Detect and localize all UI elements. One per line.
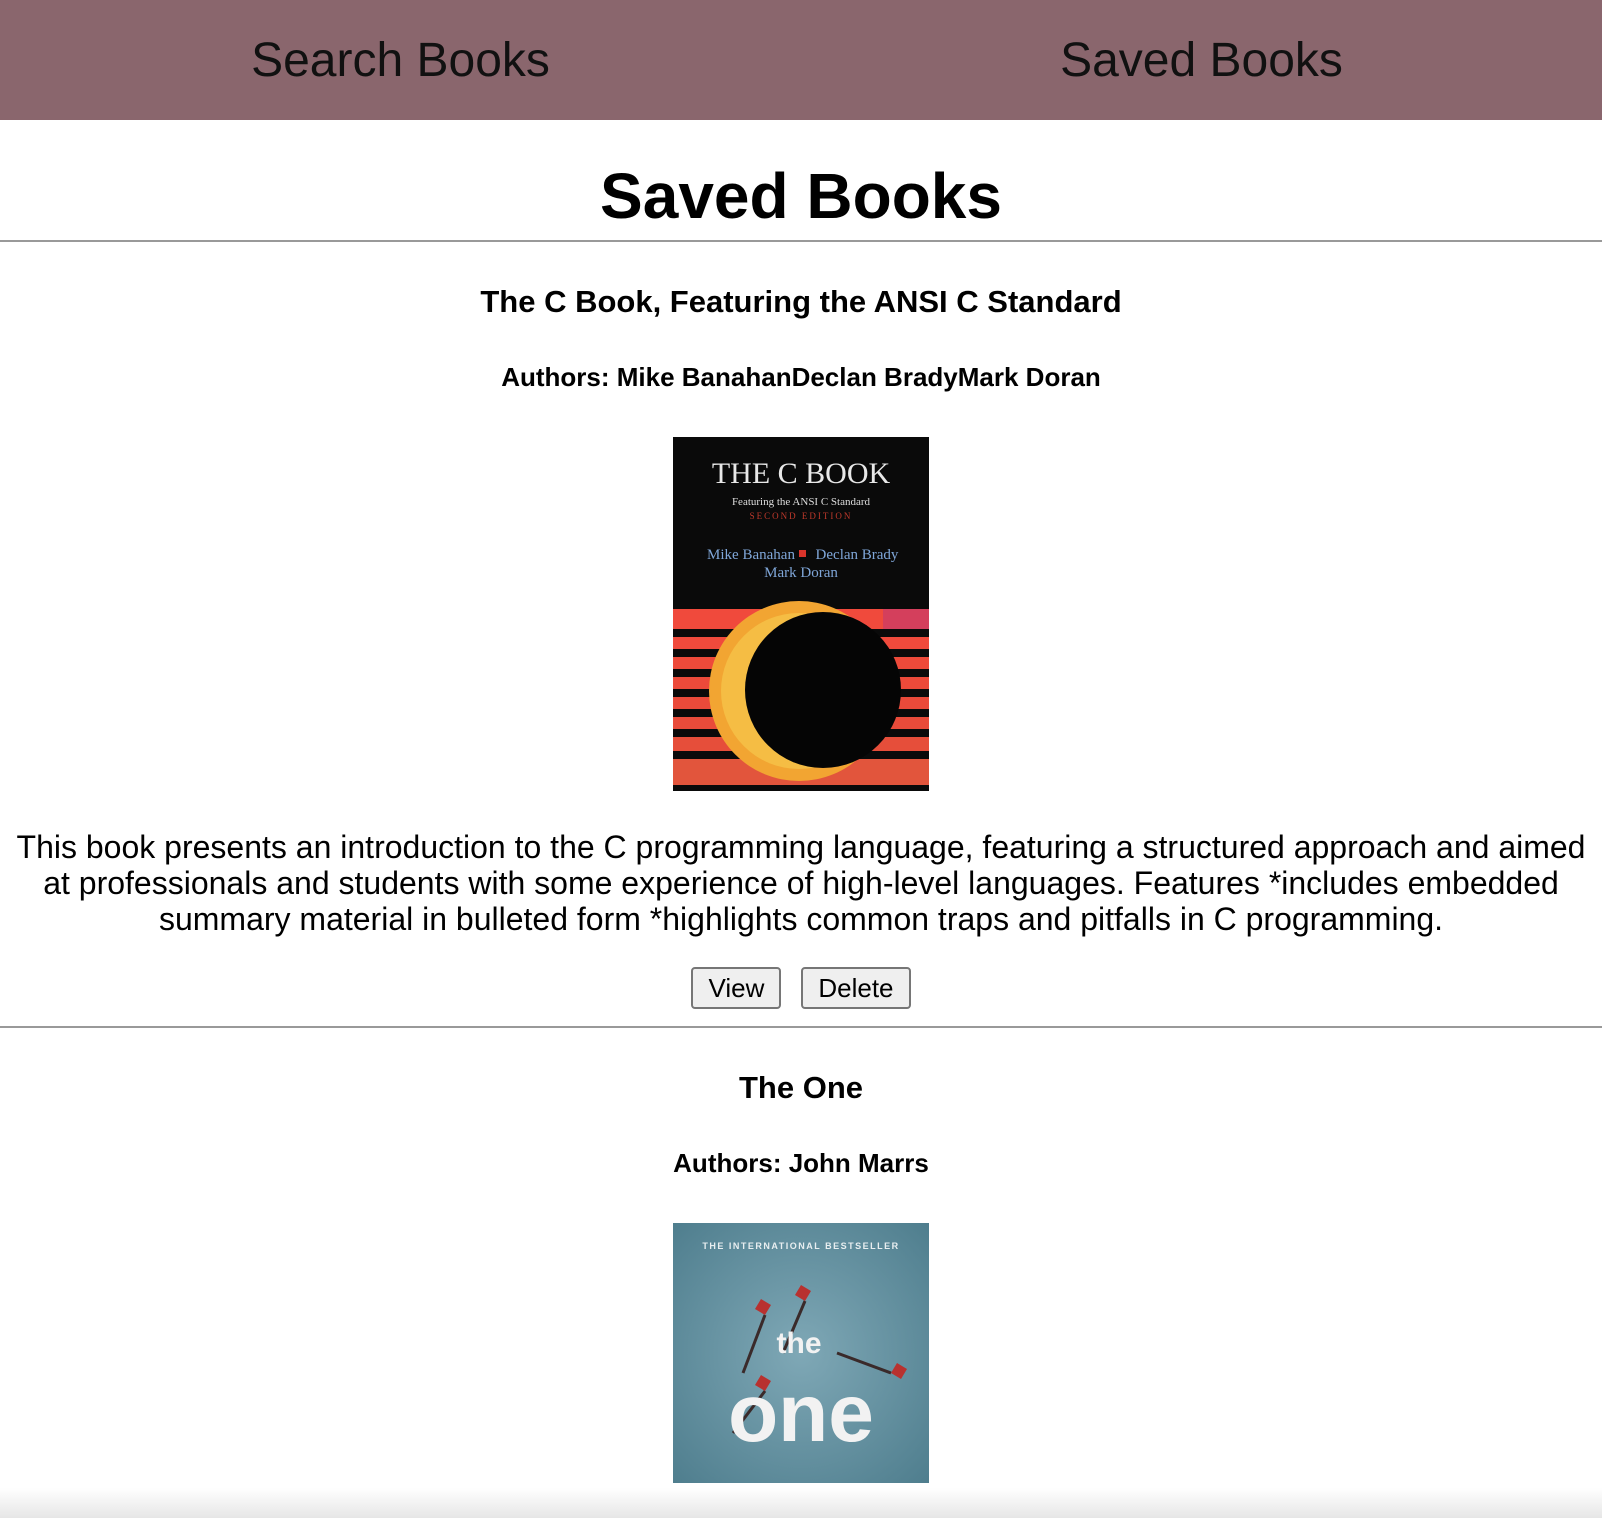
cover-author-1: Mike Banahan (707, 547, 795, 563)
book-card: The C Book, Featuring the ANSI C Standar… (0, 242, 1602, 1026)
book-authors: Authors: Mike BanahanDeclan BradyMark Do… (501, 362, 1101, 392)
book-cover-image: THE C BOOK Featuring the ANSI C Standard… (673, 437, 929, 791)
book-title: The One (738, 1070, 863, 1105)
cover-subtitle: Featuring the ANSI C Standard (732, 496, 871, 508)
view-button[interactable]: View (691, 967, 782, 1009)
delete-button[interactable]: Delete (801, 967, 911, 1009)
book-title: The C Book, Featuring the ANSI C Standar… (480, 284, 1122, 319)
cover-author-2: Declan Brady (816, 547, 899, 563)
book-cover-image: THE INTERNATIONAL BESTSELLER the one (673, 1223, 929, 1483)
book-card: The One Authors: John Marrs THE INTERNAT… (0, 1028, 1602, 1483)
nav-saved-books-link[interactable]: Saved Books (801, 33, 1602, 88)
top-navbar: Search Books Saved Books (0, 0, 1602, 120)
nav-search-books-link[interactable]: Search Books (0, 33, 801, 88)
bottom-scroll-fade (0, 1488, 1602, 1518)
book-actions: View Delete (0, 967, 1602, 1009)
cover-edition: SECOND EDITION (750, 511, 853, 521)
cover-word-2: one (728, 1368, 874, 1459)
cover-tagline: THE INTERNATIONAL BESTSELLER (702, 1241, 899, 1251)
page-title: Saved Books (600, 160, 1002, 232)
cover-author-3: Mark Doran (764, 565, 838, 581)
book-description: This book presents an introduction to th… (16, 829, 1586, 937)
cover-heading: THE C BOOK (712, 457, 891, 490)
cover-word-1: the (777, 1327, 822, 1360)
book-authors: Authors: John Marrs (673, 1148, 929, 1178)
